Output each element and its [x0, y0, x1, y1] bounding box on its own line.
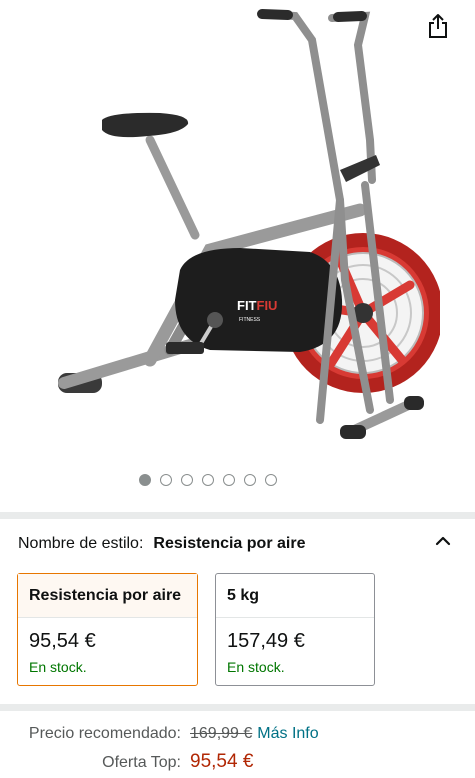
offer-label: Oferta Top: — [102, 754, 181, 771]
section-divider — [0, 512, 475, 519]
style-option-price: 95,54 € — [29, 630, 96, 652]
pagination-dot[interactable] — [222, 474, 235, 486]
offer-price-value: 95,54 € — [190, 751, 254, 772]
pagination-dot[interactable] — [138, 474, 151, 486]
image-pagination-dots[interactable] — [0, 474, 475, 490]
style-option-title: 5 kg — [216, 574, 374, 618]
style-label: Nombre de estilo: — [18, 535, 144, 552]
style-selected-value: Resistencia por aire — [153, 535, 306, 552]
svg-text:FITFIU: FITFIU — [237, 298, 277, 313]
product-image[interactable]: FITFIU FITNESS — [40, 0, 440, 460]
pagination-dot[interactable] — [201, 474, 214, 486]
recommended-price-row: Precio recomendado: 169,99 € Más Info — [0, 725, 475, 743]
product-gallery[interactable]: FITFIU FITNESS — [0, 0, 475, 510]
style-option-stock: En stock. — [29, 659, 87, 675]
style-option-title: Resistencia por aire — [18, 574, 197, 618]
svg-text:FITNESS: FITNESS — [239, 317, 261, 323]
recommended-price-label: Precio recomendado: — [28, 725, 181, 742]
style-option-stock: En stock. — [227, 659, 285, 675]
pagination-dot[interactable] — [180, 474, 193, 486]
style-selector-header[interactable]: Nombre de estilo: Resistencia por aire — [18, 531, 458, 557]
pagination-dot[interactable] — [159, 474, 172, 486]
style-option-5kg[interactable]: 5 kg 157,49 € En stock. — [215, 573, 375, 686]
section-divider — [0, 704, 475, 711]
recommended-price-value: 169,99 € — [190, 725, 253, 742]
chevron-up-icon[interactable] — [432, 530, 454, 552]
pagination-dot[interactable] — [243, 474, 256, 486]
style-option-price: 157,49 € — [227, 630, 305, 652]
pagination-dot[interactable] — [264, 474, 277, 486]
offer-price-row: Oferta Top: 95,54 € — [0, 751, 475, 773]
more-info-link[interactable]: Más Info — [257, 725, 318, 743]
style-option-air-resistance[interactable]: Resistencia por aire 95,54 € En stock. — [17, 573, 198, 686]
